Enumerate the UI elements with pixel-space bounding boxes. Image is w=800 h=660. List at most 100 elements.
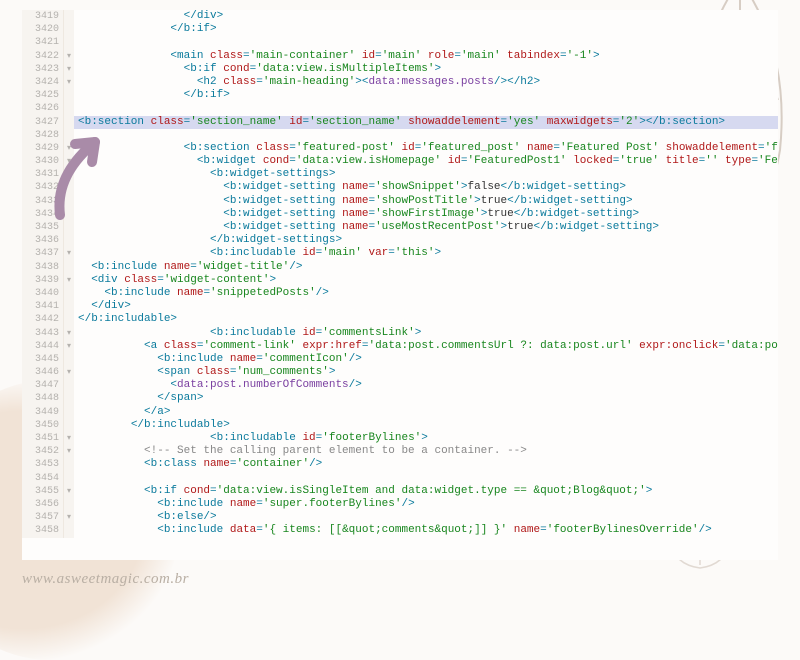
code-content[interactable]: <span class='num_comments'> [74,366,335,379]
code-content[interactable]: </b:if> [74,89,230,102]
code-line[interactable]: 3456 <b:include name='super.footerByline… [22,498,778,511]
fold-toggle-icon[interactable]: ▾ [64,327,74,340]
fold-toggle-icon [64,234,74,247]
fold-toggle-icon[interactable]: ▾ [64,168,74,181]
code-line[interactable]: 3445 <b:include name='commentIcon'/> [22,353,778,366]
code-content[interactable]: </div> [74,300,131,313]
code-content[interactable]: <b:include data='{ items: [[&quot;commen… [74,524,712,537]
fold-toggle-icon[interactable]: ▾ [64,50,74,63]
code-content[interactable]: <b:widget-setting name='showFirstImage'>… [74,208,639,221]
code-line[interactable]: 3452▾ <!-- Set the calling parent elemen… [22,445,778,458]
line-number: 3421 [22,36,64,49]
code-content[interactable]: </span> [74,392,203,405]
code-line[interactable]: 3442</b:includable> [22,313,778,326]
code-line[interactable]: 3421 [22,36,778,49]
code-content[interactable]: <h2 class='main-heading'><data:messages.… [74,76,540,89]
fold-toggle-icon[interactable]: ▾ [64,485,74,498]
code-line[interactable]: 3436 </b:widget-settings> [22,234,778,247]
fold-toggle-icon[interactable]: ▾ [64,247,74,260]
code-content[interactable] [74,472,78,485]
code-line[interactable]: 3441 </div> [22,300,778,313]
code-line[interactable]: 3425 </b:if> [22,89,778,102]
code-content[interactable] [74,102,78,115]
code-line[interactable]: 3429▾ <b:section class='featured-post' i… [22,142,778,155]
code-line[interactable]: 3423▾ <b:if cond='data:view.isMultipleIt… [22,63,778,76]
code-line[interactable]: 3419 </div> [22,10,778,23]
code-line[interactable]: 3451▾ <b:includable id='footerBylines'> [22,432,778,445]
code-line[interactable]: 3438 <b:include name='widget-title'/> [22,261,778,274]
code-content[interactable]: <b:includable id='commentsLink'> [74,327,421,340]
code-content[interactable]: <b:includable id='main' var='this'> [74,247,441,260]
code-line[interactable]: 3431▾ <b:widget-settings> [22,168,778,181]
code-content[interactable]: <b:include name='super.footerBylines'/> [74,498,415,511]
code-line[interactable]: 3433 <b:widget-setting name='showPostTit… [22,195,778,208]
code-line[interactable]: 3453 <b:class name='container'/> [22,458,778,471]
fold-toggle-icon[interactable]: ▾ [64,63,74,76]
code-content[interactable]: </b:includable> [74,313,177,326]
code-line[interactable]: 3444▾ <a class='comment-link' expr:href=… [22,340,778,353]
code-content[interactable]: <b:widget-setting name='useMostRecentPos… [74,221,659,234]
code-content[interactable]: <b:widget cond='data:view.isHomepage' id… [74,155,778,168]
code-line[interactable]: 3434 <b:widget-setting name='showFirstIm… [22,208,778,221]
code-line[interactable]: 3426 [22,102,778,115]
code-line[interactable]: 3422▾ <main class='main-container' id='m… [22,50,778,63]
code-editor[interactable]: 3419 </div>3420 </b:if>34213422▾ <main c… [22,10,778,560]
code-content[interactable]: <b:include name='commentIcon'/> [74,353,362,366]
code-content[interactable]: <b:if cond='data:view.isSingleItem and d… [74,485,652,498]
code-line[interactable]: 3450 </b:includable> [22,419,778,432]
code-content[interactable]: <b:if cond='data:view.isMultipleItems'> [74,63,441,76]
code-content[interactable]: <b:include name='snippetedPosts'/> [74,287,329,300]
code-line[interactable]: 3443▾ <b:includable id='commentsLink'> [22,327,778,340]
fold-toggle-icon[interactable]: ▾ [64,445,74,458]
code-line[interactable]: 3427<b:section class='section_name' id='… [22,116,778,129]
code-content[interactable] [74,129,78,142]
code-content[interactable]: <b:section class='featured-post' id='fea… [74,142,778,155]
line-number: 3423 [22,63,64,76]
code-content[interactable]: </b:widget-settings> [74,234,342,247]
code-content[interactable]: <b:class name='container'/> [74,458,322,471]
code-content[interactable]: </b:includable> [74,419,230,432]
code-content[interactable]: <b:includable id='footerBylines'> [74,432,428,445]
code-line[interactable]: 3439▾ <div class='widget-content'> [22,274,778,287]
code-content[interactable]: <b:widget-settings> [74,168,335,181]
code-content[interactable]: <data:post.numberOfComments/> [74,379,362,392]
code-content[interactable]: <b:else/> [74,511,217,524]
code-line[interactable]: 3430▾ <b:widget cond='data:view.isHomepa… [22,155,778,168]
code-content[interactable]: <main class='main-container' id='main' r… [74,50,600,63]
code-content[interactable]: <a class='comment-link' expr:href='data:… [74,340,778,353]
code-line[interactable]: 3448 </span> [22,392,778,405]
code-line[interactable]: 3458 <b:include data='{ items: [[&quot;c… [22,524,778,537]
fold-toggle-icon[interactable]: ▾ [64,432,74,445]
code-line[interactable]: 3428 [22,129,778,142]
line-number: 3450 [22,419,64,432]
code-content[interactable] [74,36,78,49]
fold-toggle-icon[interactable]: ▾ [64,142,74,155]
code-line[interactable]: 3420 </b:if> [22,23,778,36]
code-content[interactable]: </b:if> [74,23,217,36]
code-line[interactable]: 3437▾ <b:includable id='main' var='this'… [22,247,778,260]
code-content[interactable]: </a> [74,406,170,419]
code-content[interactable]: <!-- Set the calling parent element to b… [74,445,527,458]
code-line[interactable]: 3447 <data:post.numberOfComments/> [22,379,778,392]
code-line[interactable]: 3432 <b:widget-setting name='showSnippet… [22,181,778,194]
code-line[interactable]: 3455▾ <b:if cond='data:view.isSingleItem… [22,485,778,498]
fold-toggle-icon[interactable]: ▾ [64,76,74,89]
code-line[interactable]: 3446▾ <span class='num_comments'> [22,366,778,379]
code-content[interactable]: <b:section class='section_name' id='sect… [74,116,778,129]
code-line[interactable]: 3449 </a> [22,406,778,419]
fold-toggle-icon[interactable]: ▾ [64,366,74,379]
fold-toggle-icon[interactable]: ▾ [64,511,74,524]
fold-toggle-icon[interactable]: ▾ [64,340,74,353]
code-line[interactable]: 3457▾ <b:else/> [22,511,778,524]
fold-toggle-icon[interactable]: ▾ [64,155,74,168]
code-content[interactable]: <b:include name='widget-title'/> [74,261,302,274]
code-line[interactable]: 3440 <b:include name='snippetedPosts'/> [22,287,778,300]
code-line[interactable]: 3424▾ <h2 class='main-heading'><data:mes… [22,76,778,89]
code-line[interactable]: 3454 [22,472,778,485]
code-content[interactable]: <div class='widget-content'> [74,274,276,287]
code-line[interactable]: 3435 <b:widget-setting name='useMostRece… [22,221,778,234]
code-content[interactable]: <b:widget-setting name='showSnippet'>fal… [74,181,626,194]
fold-toggle-icon[interactable]: ▾ [64,274,74,287]
code-content[interactable]: </div> [74,10,223,23]
code-content[interactable]: <b:widget-setting name='showPostTitle'>t… [74,195,633,208]
